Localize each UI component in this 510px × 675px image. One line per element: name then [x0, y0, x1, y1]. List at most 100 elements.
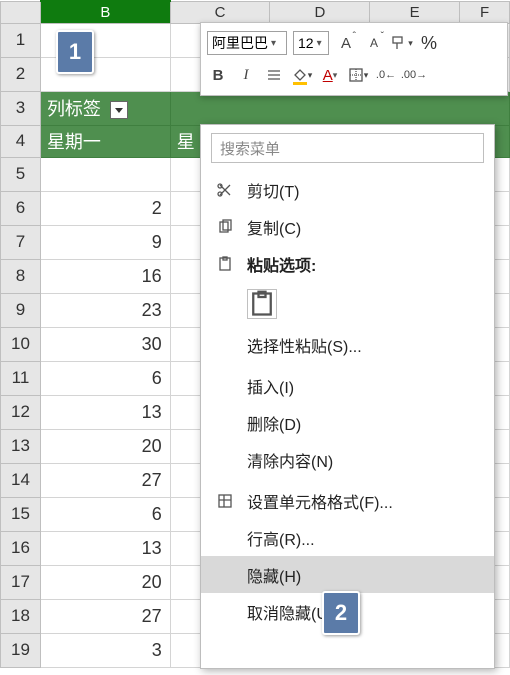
- mini-toolbar: 阿里巴巴▾ 12▾ Aˆ Aˇ ▾ % B I ▾ A▾ ▾ .0← .00→: [200, 22, 508, 96]
- menu-label: 取消隐藏(U): [247, 600, 333, 624]
- column-header-B[interactable]: B: [40, 1, 170, 23]
- menu-paste-options-header: 粘贴选项:: [201, 245, 494, 282]
- column-header-D[interactable]: D: [270, 1, 370, 23]
- column-header-C[interactable]: C: [170, 1, 270, 23]
- menu-format-cells[interactable]: 设置单元格格式(F)...: [201, 482, 494, 519]
- row-header[interactable]: 12: [1, 395, 41, 429]
- row-header[interactable]: 10: [1, 327, 41, 361]
- cell[interactable]: 13: [40, 531, 170, 565]
- row-header[interactable]: 9: [1, 293, 41, 327]
- menu-paste-special[interactable]: 选择性粘贴(S)...: [201, 326, 494, 363]
- select-all-corner[interactable]: [1, 1, 41, 23]
- menu-label: 粘贴选项:: [247, 252, 316, 276]
- chevron-down-icon: ▾: [308, 70, 313, 81]
- borders-button[interactable]: ▾: [347, 64, 369, 86]
- chevron-down-icon: ▾: [408, 38, 413, 49]
- menu-search-input[interactable]: 搜索菜单: [211, 133, 484, 163]
- menu-label: 隐藏(H): [247, 563, 301, 587]
- chevron-down-icon: ▾: [317, 38, 322, 49]
- italic-button[interactable]: I: [235, 64, 257, 86]
- column-header-row: B C D E F: [1, 1, 510, 23]
- row-header[interactable]: 7: [1, 225, 41, 259]
- clipboard-icon: [215, 256, 235, 272]
- decrease-font-button[interactable]: Aˇ: [363, 32, 385, 54]
- cell[interactable]: [170, 91, 509, 125]
- clipboard-icon: [248, 290, 276, 318]
- pivot-label-text: 列标签: [47, 99, 101, 119]
- context-menu: 搜索菜单 剪切(T) 复制(C) 粘贴选项: 选择性粘贴(S)... 插入(I)…: [200, 124, 495, 669]
- menu-insert[interactable]: 插入(I): [201, 367, 494, 404]
- row-header[interactable]: 3: [1, 91, 41, 125]
- row-header[interactable]: 13: [1, 429, 41, 463]
- chevron-down-icon: ▾: [364, 70, 369, 81]
- menu-label: 剪切(T): [247, 178, 299, 202]
- cell[interactable]: 23: [40, 293, 170, 327]
- row-header[interactable]: 2: [1, 57, 41, 91]
- borders-icon: [348, 67, 364, 83]
- fill-color-button[interactable]: ▾: [291, 64, 313, 86]
- align-button[interactable]: [263, 64, 285, 86]
- menu-clear-contents[interactable]: 清除内容(N): [201, 441, 494, 478]
- format-painter-button[interactable]: ▾: [391, 32, 413, 54]
- menu-label: 设置单元格格式(F)...: [247, 489, 393, 513]
- paint-bucket-icon: [292, 67, 308, 83]
- cell[interactable]: 20: [40, 429, 170, 463]
- font-name-value: 阿里巴巴: [212, 33, 268, 53]
- menu-hide[interactable]: 隐藏(H): [201, 556, 494, 593]
- cell[interactable]: 9: [40, 225, 170, 259]
- row-header[interactable]: 4: [1, 125, 41, 157]
- font-size-select[interactable]: 12▾: [293, 31, 329, 55]
- format-cells-icon: [215, 493, 235, 509]
- row-header[interactable]: 5: [1, 157, 41, 191]
- row-header[interactable]: 16: [1, 531, 41, 565]
- column-header-E[interactable]: E: [370, 1, 460, 23]
- font-name-select[interactable]: 阿里巴巴▾: [207, 31, 287, 55]
- menu-copy[interactable]: 复制(C): [201, 208, 494, 245]
- cell[interactable]: 6: [40, 497, 170, 531]
- copy-icon: [215, 219, 235, 235]
- cell[interactable]: 3: [40, 633, 170, 667]
- menu-label: 清除内容(N): [247, 448, 333, 472]
- cell-weekday-1[interactable]: 星期一: [40, 125, 170, 157]
- cell[interactable]: 6: [40, 361, 170, 395]
- row-3: 3 列标签: [1, 91, 510, 125]
- pivot-column-labels[interactable]: 列标签: [40, 91, 170, 125]
- row-header[interactable]: 14: [1, 463, 41, 497]
- row-header[interactable]: 18: [1, 599, 41, 633]
- cell[interactable]: 27: [40, 463, 170, 497]
- row-header[interactable]: 17: [1, 565, 41, 599]
- column-header-F[interactable]: F: [460, 1, 510, 23]
- pivot-dropdown-icon[interactable]: [110, 101, 128, 119]
- menu-row-height[interactable]: 行高(R)...: [201, 519, 494, 556]
- row-header[interactable]: 15: [1, 497, 41, 531]
- bold-button[interactable]: B: [207, 64, 229, 86]
- row-header[interactable]: 6: [1, 191, 41, 225]
- cell[interactable]: [40, 157, 170, 191]
- menu-cut[interactable]: 剪切(T): [201, 171, 494, 208]
- cell[interactable]: 20: [40, 565, 170, 599]
- increase-decimal-button[interactable]: .0←: [375, 64, 397, 86]
- percent-style-button[interactable]: %: [421, 33, 437, 54]
- menu-delete[interactable]: 删除(D): [201, 404, 494, 441]
- cell[interactable]: 13: [40, 395, 170, 429]
- menu-paste-option-row: [201, 282, 494, 326]
- row-header[interactable]: 8: [1, 259, 41, 293]
- chevron-down-icon: ▾: [271, 38, 276, 49]
- row-header[interactable]: 11: [1, 361, 41, 395]
- scissors-icon: [215, 182, 235, 198]
- increase-font-button[interactable]: Aˆ: [335, 32, 357, 54]
- font-color-button[interactable]: A▾: [319, 64, 341, 86]
- chevron-down-icon: ▾: [333, 70, 338, 81]
- callout-badge-1: 1: [56, 30, 94, 74]
- menu-label: 删除(D): [247, 411, 301, 435]
- row-header[interactable]: 19: [1, 633, 41, 667]
- cell[interactable]: 30: [40, 327, 170, 361]
- search-placeholder: 搜索菜单: [220, 138, 280, 159]
- paste-default-button[interactable]: [247, 289, 277, 319]
- cell[interactable]: 27: [40, 599, 170, 633]
- cell[interactable]: 2: [40, 191, 170, 225]
- decrease-decimal-button[interactable]: .00→: [403, 64, 425, 86]
- row-header[interactable]: 1: [1, 23, 41, 57]
- menu-label: 插入(I): [247, 374, 294, 398]
- cell[interactable]: 16: [40, 259, 170, 293]
